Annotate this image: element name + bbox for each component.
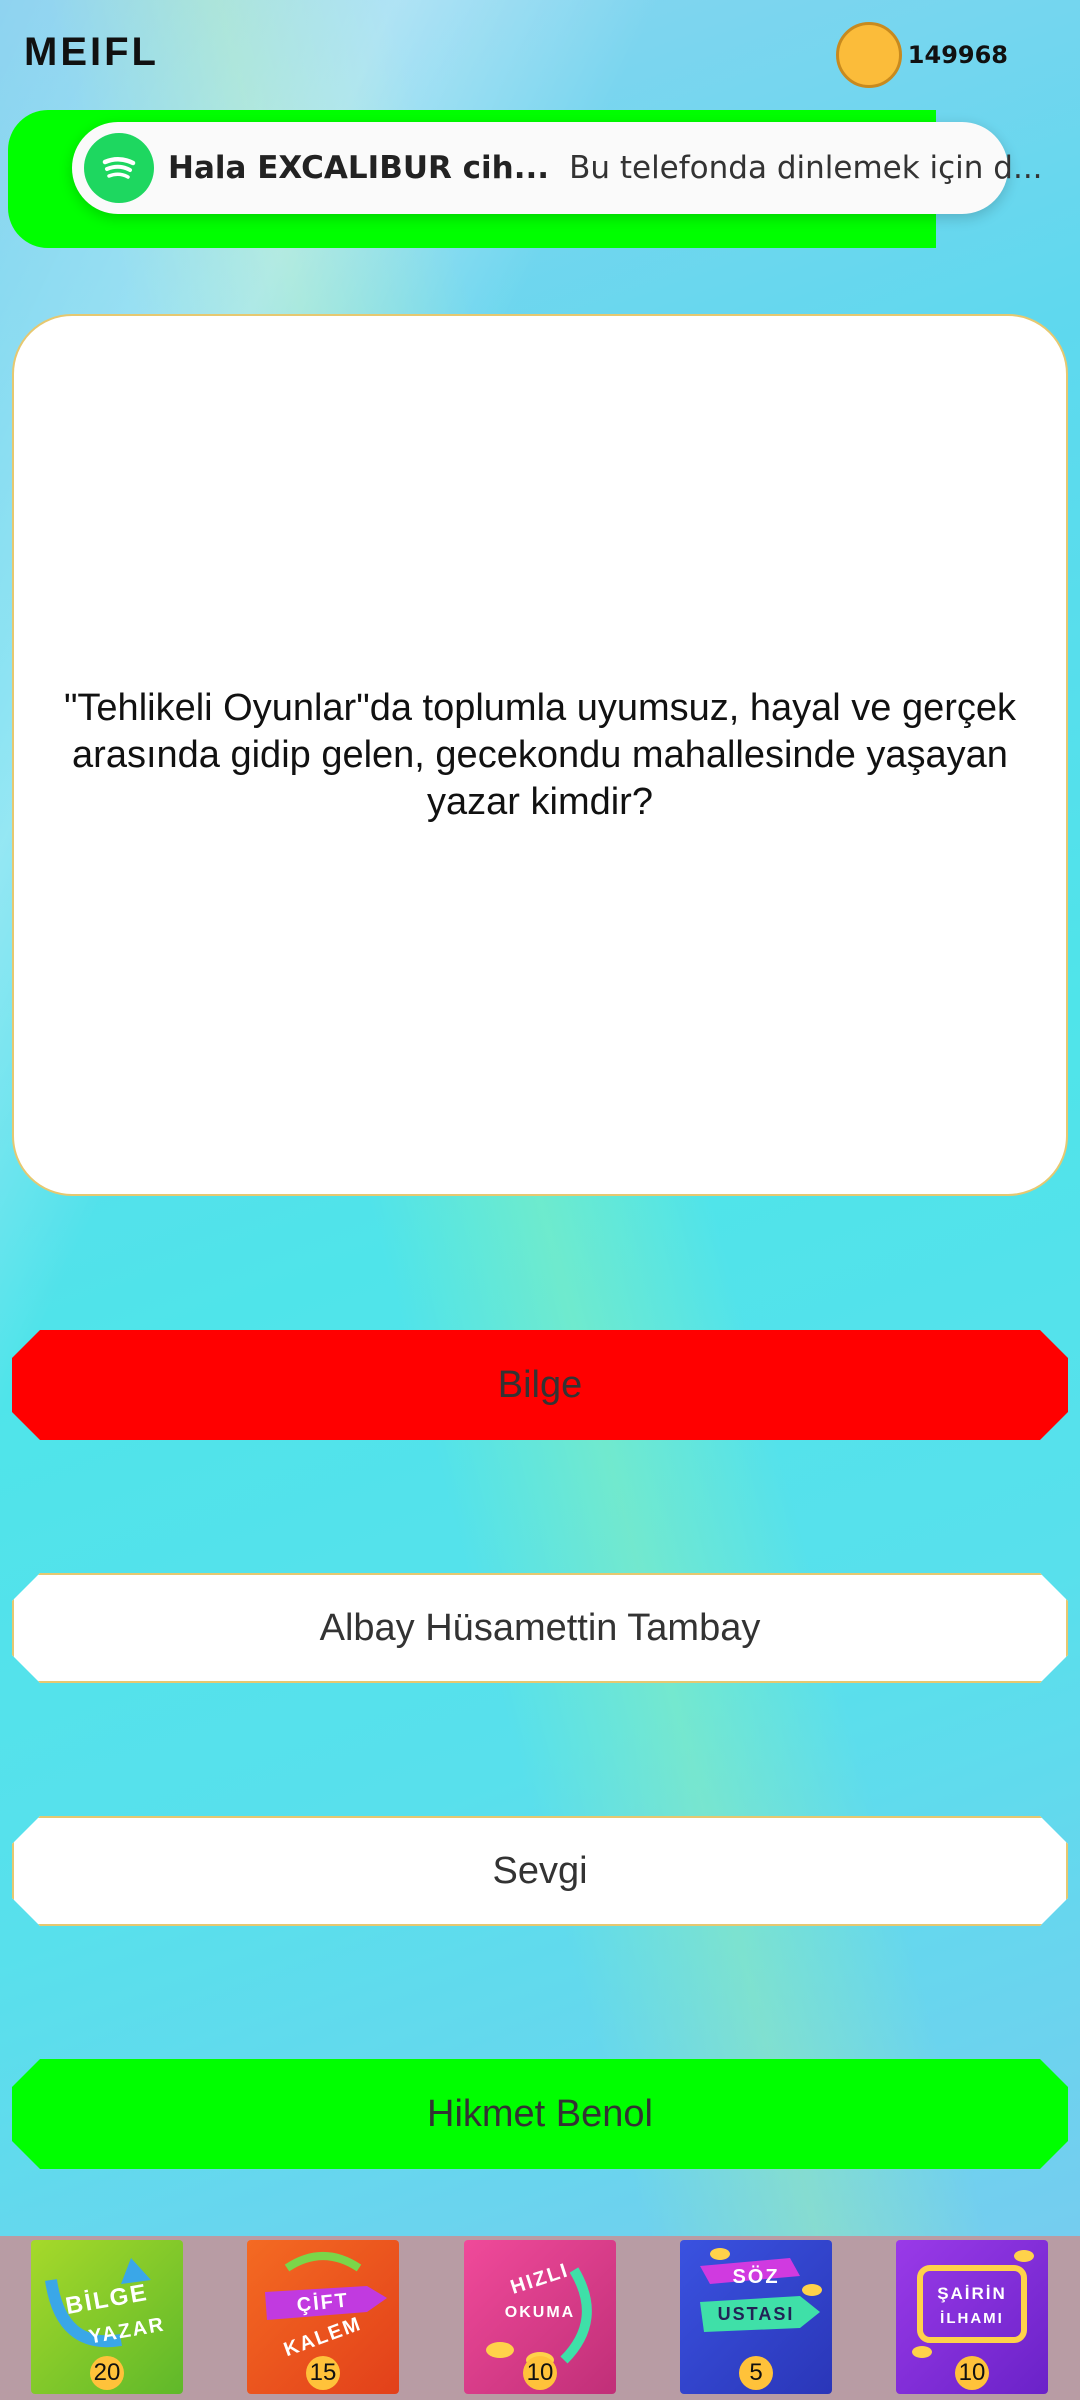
answer-label: Albay Hüsamettin Tambay [319, 1606, 761, 1649]
answer-label: Bilge [497, 1363, 583, 1406]
coin-count: 149968 [907, 41, 1008, 69]
powerup-label-2: İLHAMI [940, 2310, 1004, 2327]
powerup-label-1: ŞAİRİN [937, 2284, 1007, 2303]
powerup-soz-ustasi[interactable]: SÖZ USTASI 5 [680, 2240, 832, 2394]
coin-balance: 149968 [835, 22, 1008, 88]
powerup-label-2: OKUMA [504, 2304, 576, 2321]
powerup-sairin-ilhami[interactable]: ŞAİRİN İLHAMI 10 [896, 2240, 1048, 2394]
spotify-icon [84, 133, 154, 203]
coin-icon [835, 22, 902, 88]
answer-option-4[interactable]: Hikmet Benol [12, 2059, 1068, 2169]
notification-body: Bu telefonda dinlemek için d... [569, 150, 1043, 186]
answer-label: Sevgi [492, 1849, 588, 1892]
question-text: "Tehlikeli Oyunlar"da toplumla uyumsuz, … [63, 686, 1017, 823]
powerup-count: 15 [306, 2356, 340, 2390]
answer-option-3[interactable]: Sevgi [12, 1816, 1068, 1926]
powerup-hizli-okuma[interactable]: HIZLI OKUMA 10 [464, 2240, 616, 2394]
powerup-bilge-yazar[interactable]: BİLGE YAZAR 20 [31, 2240, 183, 2394]
question-card: "Tehlikeli Oyunlar"da toplumla uyumsuz, … [12, 314, 1068, 1196]
powerup-count: 10 [523, 2356, 557, 2390]
powerup-label-2: USTASI [717, 2304, 795, 2324]
app-title: MEIFL [24, 30, 159, 74]
answer-option-2[interactable]: Albay Hüsamettin Tambay [12, 1573, 1068, 1683]
notification-title: Hala EXCALIBUR cih... [168, 150, 550, 186]
powerup-count: 5 [739, 2356, 773, 2390]
spotify-notification[interactable]: Hala EXCALIBUR cih... Bu telefonda dinle… [72, 122, 1043, 214]
powerup-count: 20 [90, 2356, 124, 2390]
powerup-label-1: SÖZ [732, 2266, 780, 2288]
powerup-cift-kalem[interactable]: ÇİFT KALEM 15 [247, 2240, 399, 2394]
answer-option-1[interactable]: Bilge [12, 1330, 1068, 1440]
answer-label: Hikmet Benol [427, 2092, 653, 2135]
powerup-count: 10 [955, 2356, 989, 2390]
